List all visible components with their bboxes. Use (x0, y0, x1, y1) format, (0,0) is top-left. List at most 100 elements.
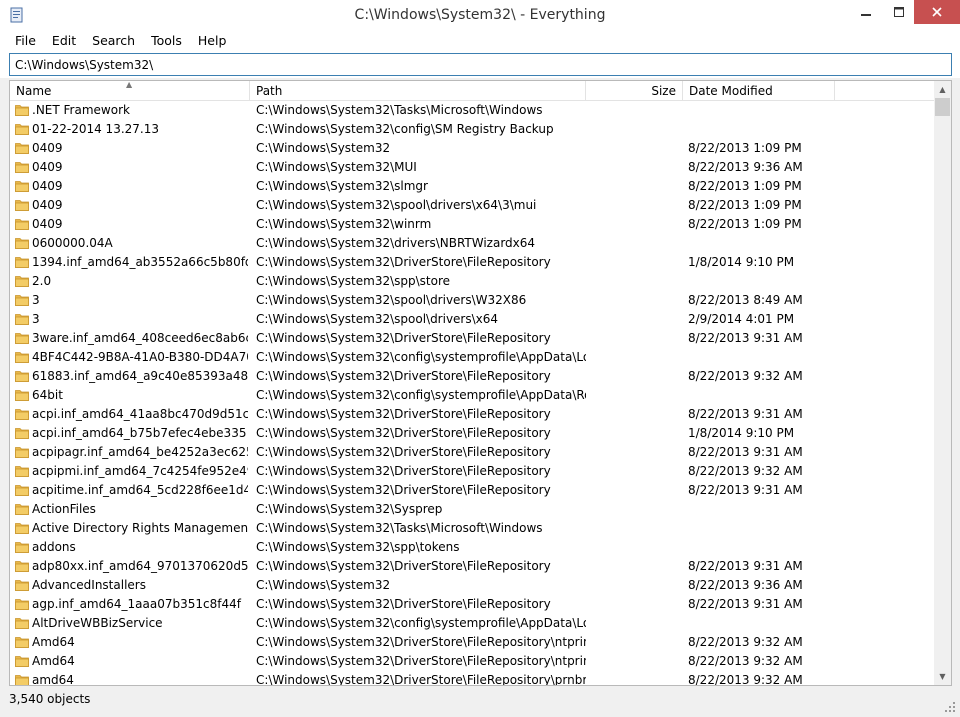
table-row[interactable]: 0409 C:\Windows\System32\MUI 8/22/2013 9:3… (10, 158, 934, 177)
column-date-label: Date Modified (689, 84, 773, 98)
table-row[interactable]: 0409 C:\Windows\System32\slmgr 8/22/2013 1… (10, 177, 934, 196)
row-date-modified: 8/22/2013 9:36 AM (688, 160, 803, 174)
table-row[interactable]: Amd64 C:\Windows\System32\DriverStore\Fil… (10, 633, 934, 652)
table-row[interactable]: Amd64 C:\Windows\System32\DriverStore\Fil… (10, 652, 934, 671)
column-header-date-modified[interactable]: Date Modified (683, 81, 835, 101)
table-row[interactable]: 3 C:\Windows\System32\spool\drivers\x64 2/… (10, 310, 934, 329)
table-row[interactable]: amd64 C:\Windows\System32\DriverStore\Fil… (10, 671, 934, 686)
table-row[interactable]: 2.0 C:\Windows\System32\spp\store (10, 272, 934, 291)
row-name: 0409 (32, 179, 63, 193)
row-path: C:\Windows\System32\drivers\NBRTWizardx6… (256, 236, 536, 250)
title-bar: C:\Windows\System32\ - Everything (0, 0, 960, 31)
scroll-up-button[interactable]: ▲ (934, 81, 951, 98)
table-row[interactable]: 3ware.inf_amd64_408ceed6ec8ab6cd C:\Windo… (10, 329, 934, 348)
table-row[interactable]: adp80xx.inf_amd64_9701370620d5257f C:\Win… (10, 557, 934, 576)
table-row[interactable]: acpipagr.inf_amd64_be4252a3ec625c86 C:\Wi… (10, 443, 934, 462)
row-path: C:\Windows\System32\DriverStore\FileRepo… (256, 255, 551, 269)
folder-icon (15, 447, 29, 458)
minimize-button[interactable] (848, 0, 884, 24)
row-name: 0600000.04A (32, 236, 113, 250)
table-row[interactable]: .NET Framework C:\Windows\System32\Tasks\… (10, 101, 934, 120)
table-row[interactable]: ActionFiles C:\Windows\System32\Sysprep (10, 500, 934, 519)
table-row[interactable]: addons C:\Windows\System32\spp\tokens (10, 538, 934, 557)
table-row[interactable]: 3 C:\Windows\System32\spool\drivers\W32X8… (10, 291, 934, 310)
folder-icon (15, 257, 29, 268)
maximize-button[interactable] (884, 0, 914, 24)
row-date-modified (688, 348, 838, 367)
row-name: AltDriveWBBizService (32, 616, 163, 630)
menu-bar: File Edit Search Tools Help (0, 31, 960, 51)
row-date-modified (688, 519, 838, 538)
folder-icon (15, 200, 29, 211)
row-date-modified (688, 234, 838, 253)
row-path: C:\Windows\System32\config\systemprofile… (256, 388, 586, 402)
results-list[interactable]: Name ▲ Path Size Date Modified .NET Fram… (9, 80, 952, 686)
row-name: Amd64 (32, 654, 75, 668)
menu-tools[interactable]: Tools (143, 31, 190, 51)
window-title: C:\Windows\System32\ - Everything (354, 7, 606, 23)
row-name: .NET Framework (32, 103, 130, 117)
search-input[interactable] (9, 53, 952, 76)
table-row[interactable]: acpipmi.inf_amd64_7c4254fe952e4964 C:\Win… (10, 462, 934, 481)
table-row[interactable]: AltDriveWBBizService C:\Windows\System32\… (10, 614, 934, 633)
row-date-modified: 8/22/2013 8:49 AM (688, 293, 803, 307)
column-size-label: Size (651, 84, 676, 98)
row-path: C:\Windows\System32\DriverStore\FileRepo… (256, 673, 586, 686)
column-name-label: Name (16, 84, 52, 98)
row-name: 0409 (32, 198, 63, 212)
table-row[interactable]: acpi.inf_amd64_b75b7efec4ebe335 C:\Window… (10, 424, 934, 443)
row-name: Active Directory Rights Management Se... (32, 521, 248, 535)
row-name: acpi.inf_amd64_b75b7efec4ebe335 (32, 426, 247, 440)
folder-icon (15, 162, 29, 173)
folder-icon (15, 219, 29, 230)
menu-search[interactable]: Search (84, 31, 143, 51)
row-path: C:\Windows\System32\DriverStore\FileRepo… (256, 483, 551, 497)
scroll-down-button[interactable]: ▼ (934, 668, 951, 685)
row-path: C:\Windows\System32\DriverStore\FileRepo… (256, 407, 551, 421)
table-row[interactable]: acpitime.inf_amd64_5cd228f6ee1d44e1 C:\Wi… (10, 481, 934, 500)
row-path: C:\Windows\System32\winrm (256, 217, 432, 231)
row-path: C:\Windows\System32\DriverStore\FileRepo… (256, 331, 551, 345)
search-bar (0, 51, 960, 78)
table-row[interactable]: 1394.inf_amd64_ab3552a66c5b80fd C:\Window… (10, 253, 934, 272)
row-size (586, 177, 677, 196)
table-row[interactable]: Active Directory Rights Management Se...… (10, 519, 934, 538)
row-path: C:\Windows\System32\spool\drivers\W32X86 (256, 293, 527, 307)
table-row[interactable]: agp.inf_amd64_1aaa07b351c8f44f C:\Windows… (10, 595, 934, 614)
vertical-scrollbar[interactable]: ▲ ▼ (934, 81, 951, 685)
row-size (586, 443, 677, 462)
table-row[interactable]: AdvancedInstallers C:\Windows\System32 8/2… (10, 576, 934, 595)
table-row[interactable]: 0409 C:\Windows\System32\spool\drivers\x6… (10, 196, 934, 215)
table-row[interactable]: 4BF4C442-9B8A-41A0-B380-DD4A704D... C:\Wi… (10, 348, 934, 367)
row-date-modified (688, 500, 838, 519)
close-button[interactable] (914, 0, 960, 24)
row-path: C:\Windows\System32\Tasks\Microsoft\Wind… (256, 103, 543, 117)
table-row[interactable]: 0409 C:\Windows\System32 8/22/2013 1:09 PM (10, 139, 934, 158)
scroll-thumb[interactable] (935, 98, 950, 116)
table-row[interactable]: 61883.inf_amd64_a9c40e85393a4874 C:\Windo… (10, 367, 934, 386)
row-size (586, 557, 677, 576)
menu-help[interactable]: Help (190, 31, 235, 51)
folder-icon (15, 143, 29, 154)
column-header-size[interactable]: Size (586, 81, 683, 101)
close-icon (932, 7, 942, 17)
folder-icon (15, 295, 29, 306)
row-date-modified (688, 538, 838, 557)
row-name: acpitime.inf_amd64_5cd228f6ee1d44e1 (32, 483, 248, 497)
column-header-path[interactable]: Path (250, 81, 586, 101)
folder-icon (15, 504, 29, 515)
table-row[interactable]: 0600000.04A C:\Windows\System32\drivers\N… (10, 234, 934, 253)
row-path: C:\Windows\System32\DriverStore\FileRepo… (256, 559, 551, 573)
row-path: C:\Windows\System32\config\systemprofile… (256, 616, 586, 630)
row-name: 3 (32, 293, 40, 307)
resize-grip-icon[interactable] (944, 701, 956, 713)
table-row[interactable]: 0409 C:\Windows\System32\winrm 8/22/2013 1… (10, 215, 934, 234)
menu-file[interactable]: File (7, 31, 44, 51)
menu-edit[interactable]: Edit (44, 31, 84, 51)
row-name: 3ware.inf_amd64_408ceed6ec8ab6cd (32, 331, 248, 345)
row-name: 01-22-2014 13.27.13 (32, 122, 159, 136)
table-row[interactable]: 01-22-2014 13.27.13 C:\Windows\System32\c… (10, 120, 934, 139)
table-row[interactable]: acpi.inf_amd64_41aa8bc470d9d51c C:\Window… (10, 405, 934, 424)
column-header-name[interactable]: Name ▲ (10, 81, 250, 101)
table-row[interactable]: 64bit C:\Windows\System32\config\systempr… (10, 386, 934, 405)
